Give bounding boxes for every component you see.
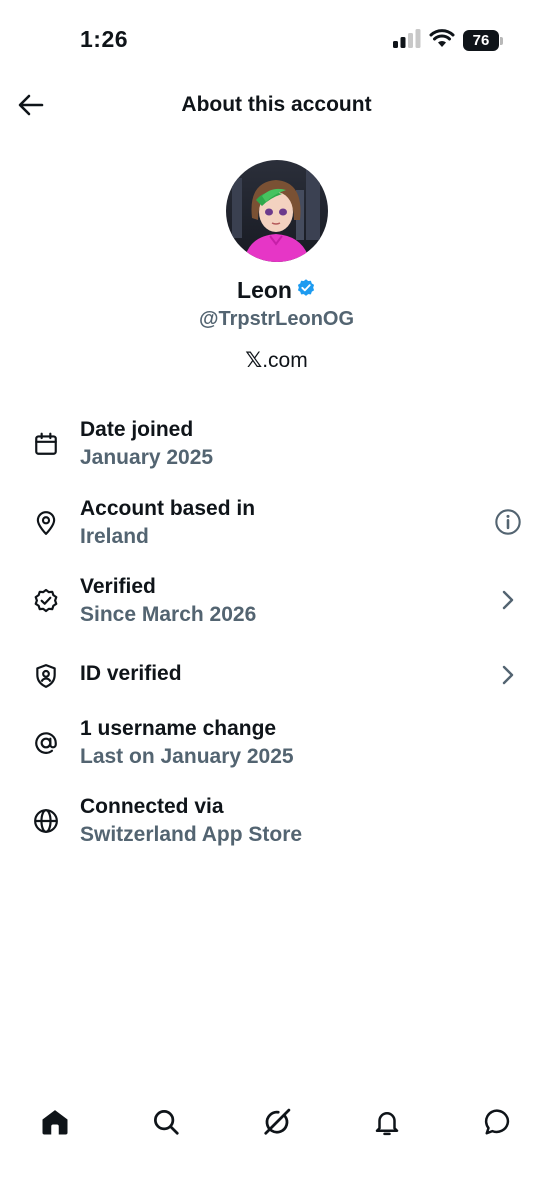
site-link[interactable]: 𝕏.com [0, 348, 553, 373]
page-title: About this account [181, 93, 372, 116]
x-logo-icon: 𝕏 [245, 348, 263, 372]
calendar-icon [32, 430, 60, 458]
row-title: ID verified [80, 661, 182, 685]
row-subtitle: Ireland [80, 524, 149, 548]
location-pin-icon [32, 509, 60, 537]
info-row-verified[interactable]: Verified Since March 2026 [0, 565, 553, 644]
row-title: 1 username change [80, 716, 277, 740]
username-handle: @TrpstrLeonOG [198, 308, 355, 330]
info-icon[interactable] [493, 507, 523, 537]
battery-icon: 76 [463, 30, 503, 51]
status-time: 1:26 [80, 26, 129, 52]
account-info-list: Date joined January 2025 Account based i… [0, 408, 553, 864]
row-subtitle: Since March 2026 [80, 603, 257, 627]
search-icon[interactable] [148, 1104, 184, 1140]
avatar[interactable] [226, 160, 328, 262]
at-sign-icon [32, 729, 60, 757]
home-icon[interactable] [37, 1104, 73, 1140]
info-row-username-change[interactable]: 1 username change Last on January 2025 [0, 707, 553, 786]
name-row: Leon [0, 277, 553, 304]
row-subtitle: January 2025 [80, 446, 214, 469]
row-subtitle: Switzerland App Store [80, 823, 303, 847]
globe-icon [32, 807, 60, 835]
info-row-date-joined[interactable]: Date joined January 2025 [0, 408, 553, 487]
messages-icon[interactable] [480, 1104, 516, 1140]
wifi-icon [429, 28, 455, 53]
row-title: Verified [80, 575, 156, 599]
header: About this account [0, 80, 553, 132]
battery-level: 76 [463, 30, 499, 51]
verified-badge-icon [32, 587, 60, 615]
row-title: Date joined [80, 418, 194, 441]
info-row-connected-via[interactable]: Connected via Switzerland App Store [0, 785, 553, 864]
row-title: Account based in [80, 496, 256, 520]
status-bar: 1:26 76 [0, 0, 553, 80]
info-row-account-based-in[interactable]: Account based in Ireland [0, 487, 553, 566]
site-suffix: .com [262, 349, 308, 372]
grok-icon[interactable] [259, 1104, 295, 1140]
display-name: Leon [237, 277, 292, 303]
cellular-signal-icon [393, 28, 421, 53]
verified-badge-icon [296, 278, 316, 303]
row-title: Connected via [80, 795, 224, 819]
chevron-right-icon[interactable] [493, 585, 523, 615]
bottom-tab-bar [0, 1090, 553, 1200]
chevron-right-icon[interactable] [493, 660, 523, 690]
notifications-bell-icon[interactable] [369, 1104, 405, 1140]
status-icons: 76 [393, 28, 503, 53]
info-row-id-verified[interactable]: ID verified [0, 644, 553, 707]
id-shield-icon [32, 662, 60, 690]
row-subtitle: Last on January 2025 [80, 744, 294, 768]
